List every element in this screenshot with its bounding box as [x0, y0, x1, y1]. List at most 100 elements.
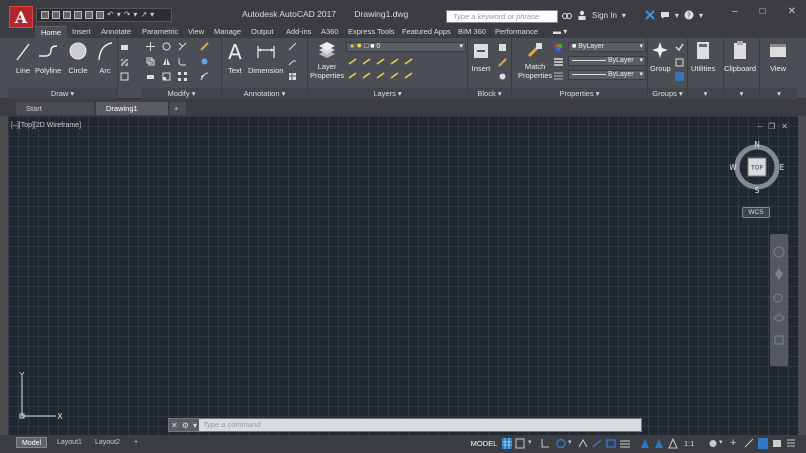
fillet-icon[interactable] — [178, 57, 187, 66]
user-icon[interactable] — [577, 10, 587, 20]
multileader-icon[interactable] — [288, 57, 297, 66]
command-input[interactable]: Type a command — [199, 419, 641, 431]
layer-isolate-icon[interactable] — [362, 57, 371, 66]
grid-icon[interactable] — [502, 438, 512, 449]
layer-off-icon[interactable] — [348, 57, 357, 66]
lineweight-dropdown[interactable]: ByLayer ▾ — [568, 56, 646, 66]
text-tool[interactable]: A Text — [226, 40, 244, 75]
erase-icon[interactable] — [200, 42, 209, 51]
polar-tracking-icon[interactable] — [556, 438, 566, 449]
ortho-icon[interactable] — [540, 438, 550, 449]
drawing-canvas[interactable]: [–][Top][2D Wireframe] – ❐ ✕ TOP N S E W… — [8, 116, 798, 435]
line-tool[interactable]: Line — [14, 40, 32, 75]
compass-south[interactable]: S — [755, 186, 760, 194]
layer-unlock-icon[interactable] — [390, 71, 399, 80]
block-panel-title[interactable]: Block ▾ — [468, 88, 511, 99]
orbit-icon[interactable] — [773, 314, 785, 322]
layout-tab-layout2[interactable]: Layout2 — [90, 437, 125, 448]
wcs-menu[interactable]: WCS — [742, 207, 770, 218]
group-select-icon[interactable] — [675, 72, 684, 81]
stay-connected-icon[interactable] — [660, 10, 670, 20]
annotation-scale-value[interactable]: 1:1 — [684, 438, 694, 450]
clean-screen-icon[interactable] — [786, 438, 796, 449]
isolate-objects-icon[interactable] — [758, 438, 768, 449]
rectangle-icon[interactable] — [120, 43, 129, 52]
make-current-icon[interactable] — [404, 57, 413, 66]
modify-panel-title[interactable]: Modify ▾ — [142, 88, 221, 99]
tab-output[interactable]: Output — [251, 26, 274, 38]
match-properties-tool[interactable]: Match Properties — [518, 40, 552, 80]
create-block-icon[interactable] — [498, 43, 507, 52]
tab-view[interactable]: View — [188, 26, 204, 38]
tab-home[interactable]: Home — [35, 26, 68, 38]
undo-icon[interactable]: ↶ — [107, 11, 114, 19]
viewport-controls[interactable]: [–][Top][2D Wireframe] — [11, 122, 81, 129]
binoculars-icon[interactable] — [562, 10, 572, 20]
layer-properties-tool[interactable]: Layer Properties — [310, 40, 344, 80]
explode-icon[interactable] — [200, 57, 209, 66]
zoom-icon[interactable] — [773, 293, 783, 303]
properties-panel-title[interactable]: Properties ▾ — [512, 88, 647, 99]
move-icon[interactable] — [146, 42, 155, 51]
offset-icon[interactable] — [200, 72, 209, 81]
layer-unisolate-icon[interactable] — [348, 71, 357, 80]
layer-thaw-icon[interactable] — [376, 71, 385, 80]
file-tab-start[interactable]: Start — [16, 102, 94, 115]
tab-bim-360[interactable]: BIM 360 — [458, 26, 486, 38]
new-tab-button[interactable]: + — [170, 102, 186, 115]
search-input[interactable]: Type a keyword or phrase — [446, 10, 558, 23]
undo-dropdown-icon[interactable]: ▾ — [117, 11, 121, 19]
ungroup-icon[interactable] — [675, 43, 684, 52]
viewport-restore-icon[interactable]: ❐ — [768, 122, 775, 131]
object-snap-tracking-icon[interactable] — [592, 438, 602, 449]
lineweight-toggle-icon[interactable] — [620, 438, 630, 449]
viewport-close-icon[interactable]: ✕ — [781, 122, 788, 131]
tab-parametric[interactable]: Parametric — [142, 26, 178, 38]
new-layout-button[interactable]: + — [129, 437, 143, 448]
compass-north[interactable]: N — [754, 140, 760, 149]
navigation-bar[interactable] — [770, 234, 788, 366]
circle-tool[interactable]: Circle — [68, 40, 88, 75]
clipboard-tool[interactable]: Clipboard — [724, 40, 756, 73]
layout-tab-layout1[interactable]: Layout1 — [52, 437, 87, 448]
scale-icon[interactable] — [162, 72, 171, 81]
region-icon[interactable] — [120, 72, 129, 81]
sign-in-button[interactable]: Sign In — [592, 11, 617, 20]
sign-in-dropdown-icon[interactable]: ▾ — [622, 11, 626, 20]
draw-panel-title[interactable]: Draw ▾ — [8, 88, 117, 99]
compass-west[interactable]: W — [730, 163, 737, 172]
dimension-tool[interactable]: Dimension — [248, 40, 283, 75]
leader-icon[interactable] — [288, 42, 297, 51]
groups-panel-title[interactable]: Groups ▾ — [648, 88, 687, 99]
layer-lock-icon[interactable] — [390, 57, 399, 66]
ribbon-minimize-icon[interactable]: ▬ ▾ — [553, 26, 567, 38]
view-panel-expander[interactable]: ▾ — [760, 88, 798, 99]
utilities-panel-expander[interactable]: ▾ — [688, 88, 723, 99]
array-icon[interactable] — [178, 72, 187, 81]
stay-connected-dropdown-icon[interactable]: ▾ — [675, 11, 679, 20]
units-icon[interactable] — [744, 438, 754, 449]
application-menu-button[interactable]: A — [9, 6, 33, 28]
polar-dropdown-icon[interactable]: ▾ — [568, 438, 578, 449]
viewport-minimize-icon[interactable]: – — [758, 122, 762, 131]
customize-qat-icon[interactable]: ▾ — [150, 11, 154, 19]
viewcube[interactable]: TOP N S E W — [730, 140, 784, 194]
linetype-dropdown[interactable]: ByLayer ▾ — [568, 70, 646, 80]
arc-tool[interactable]: Arc — [96, 40, 114, 75]
print-icon[interactable] — [96, 11, 104, 19]
copy-icon[interactable] — [146, 57, 155, 66]
polyline-tool[interactable]: Polyline — [35, 40, 61, 75]
tab-annotate[interactable]: Annotate — [101, 26, 131, 38]
save-as-icon[interactable] — [74, 11, 82, 19]
group-edit-icon[interactable] — [675, 58, 684, 67]
trim-icon[interactable] — [178, 42, 187, 51]
compass-east[interactable]: E — [780, 163, 784, 172]
rotate-icon[interactable] — [162, 42, 171, 51]
tab-manage[interactable]: Manage — [214, 26, 241, 38]
clipboard-panel-expander[interactable]: ▾ — [724, 88, 759, 99]
recent-commands-icon[interactable]: ▾ — [193, 421, 197, 430]
annotation-panel-title[interactable]: Annotation ▾ — [222, 88, 307, 99]
insert-block-tool[interactable]: Insert — [471, 40, 491, 73]
annotation-scale-icon[interactable] — [640, 438, 650, 449]
color-dropdown[interactable]: ■ ByLayer ▾ — [568, 42, 646, 52]
